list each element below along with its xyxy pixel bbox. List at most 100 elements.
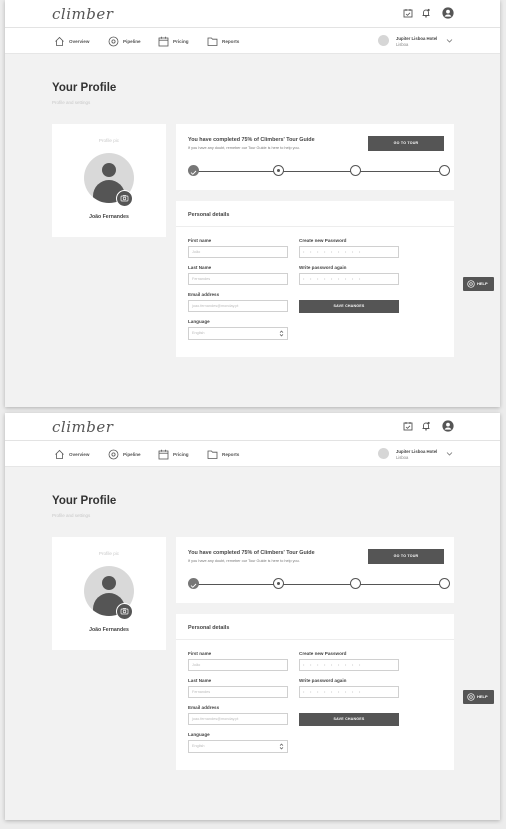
hotel-city: Lisboa — [396, 455, 409, 460]
chevron-down-icon[interactable] — [446, 450, 453, 457]
new-password-field[interactable]: • • • • • • • • • — [299, 246, 399, 258]
last-name-label: Last Name — [188, 678, 212, 683]
go-to-tour-button[interactable]: GO TO TOUR — [368, 136, 444, 151]
select-arrows-icon — [279, 330, 284, 337]
new-password-label: Create new Password — [299, 238, 347, 243]
top-bar: climber — [5, 413, 500, 441]
save-changes-button[interactable]: SAVE CHANGES — [299, 713, 399, 726]
check-icon — [190, 170, 197, 175]
calendar-check-icon[interactable] — [403, 421, 413, 431]
nav-bar: Overview Pipeline Pricing Reports Jupite… — [5, 441, 500, 467]
bell-icon[interactable] — [421, 421, 431, 431]
save-changes-button[interactable]: SAVE CHANGES — [299, 300, 399, 313]
go-to-tour-button[interactable]: GO TO TOUR — [368, 549, 444, 564]
calendar-icon — [158, 36, 169, 46]
hotel-avatar[interactable] — [378, 448, 389, 459]
nav-item-pricing[interactable]: Pricing — [158, 34, 189, 48]
personal-details-title: Personal details — [188, 625, 230, 631]
tour-step-done[interactable] — [188, 578, 199, 589]
nav-item-label: Pricing — [173, 38, 189, 44]
tour-guide-card: You have completed 75% of Climbers' Tour… — [176, 537, 454, 603]
calendar-check-icon[interactable] — [403, 8, 413, 18]
new-password-label: Create new Password — [299, 651, 347, 656]
tour-step-todo[interactable] — [350, 165, 361, 176]
nav-item-pipeline[interactable]: Pipeline — [108, 34, 141, 48]
first-name-field[interactable]: João — [188, 246, 288, 258]
tour-step-done[interactable] — [188, 165, 199, 176]
help-button[interactable]: HELP — [463, 690, 494, 704]
check-icon — [190, 583, 197, 588]
email-label: Email address — [188, 705, 220, 710]
personal-details-card: Personal details First name João Create … — [176, 201, 454, 357]
nav-item-reports[interactable]: Reports — [207, 447, 239, 461]
user-icon[interactable] — [442, 7, 454, 19]
nav-item-overview[interactable]: Overview — [54, 34, 89, 48]
tour-subtitle: If you have any doubt, remeber our Tour … — [188, 559, 300, 563]
last-name-field[interactable]: Fernandes — [188, 686, 288, 698]
help-button[interactable]: HELP — [463, 277, 494, 291]
nav-item-reports[interactable]: Reports — [207, 34, 239, 48]
tour-step-todo[interactable] — [439, 165, 450, 176]
profile-name: João Fernandes — [89, 214, 129, 220]
language-label: Language — [188, 732, 210, 737]
app-screen: climber Overview Pipeline Pricing Report… — [5, 0, 500, 407]
tour-progress-line — [193, 584, 444, 585]
page-subtitle: Profile and settings — [52, 100, 91, 105]
nav-bar: Overview Pipeline Pricing Reports Jupite… — [5, 28, 500, 54]
calendar-icon — [158, 449, 169, 459]
help-icon — [467, 693, 475, 701]
tour-step-todo[interactable] — [439, 578, 450, 589]
folder-icon — [207, 450, 218, 459]
first-name-field[interactable]: João — [188, 659, 288, 671]
language-value: English — [192, 331, 205, 335]
folder-icon — [207, 37, 218, 46]
language-select[interactable]: English — [188, 740, 288, 753]
nav-item-label: Overview — [69, 38, 90, 44]
hotel-name[interactable]: Jupiter Lisboa Hotel — [396, 36, 437, 41]
email-field[interactable]: joao.fernandes@monday.pt — [188, 713, 288, 725]
nav-item-label: Pricing — [173, 451, 189, 457]
repeat-password-field[interactable]: • • • • • • • • • — [299, 686, 399, 698]
select-arrows-icon — [279, 743, 284, 750]
nav-item-pipeline[interactable]: Pipeline — [108, 447, 141, 461]
new-password-field[interactable]: • • • • • • • • • — [299, 659, 399, 671]
tour-progress-line — [193, 171, 444, 172]
last-name-field[interactable]: Fernandes — [188, 273, 288, 285]
repeat-password-label: Write password again — [299, 265, 347, 270]
repeat-password-field[interactable]: • • • • • • • • • — [299, 273, 399, 285]
nav-item-label: Overview — [69, 451, 90, 457]
help-label: HELP — [477, 694, 488, 699]
profile-card: Profile pic João Fernandes — [52, 124, 166, 237]
hotel-avatar[interactable] — [378, 35, 389, 46]
avatar-head — [102, 576, 116, 590]
language-select[interactable]: English — [188, 327, 288, 340]
app-logo[interactable]: climber — [52, 5, 113, 23]
hotel-name[interactable]: Jupiter Lisboa Hotel — [396, 449, 437, 454]
tour-step-todo[interactable] — [350, 578, 361, 589]
house-icon — [55, 449, 64, 459]
help-icon — [467, 280, 475, 288]
nav-item-overview[interactable]: Overview — [54, 447, 89, 461]
nav-item-pricing[interactable]: Pricing — [158, 447, 189, 461]
app-logo[interactable]: climber — [52, 418, 113, 436]
house-icon — [55, 36, 64, 46]
email-field[interactable]: joao.fernandes@monday.pt — [188, 300, 288, 312]
change-photo-button[interactable] — [116, 190, 133, 207]
tour-step-current[interactable] — [273, 578, 284, 589]
chevron-down-icon[interactable] — [446, 37, 453, 44]
nav-item-label: Reports — [222, 451, 240, 457]
change-photo-button[interactable] — [116, 603, 133, 620]
personal-details-card: Personal details First name João Create … — [176, 614, 454, 770]
email-label: Email address — [188, 292, 220, 297]
divider — [176, 226, 454, 227]
camera-icon — [120, 608, 129, 615]
nav-item-label: Pipeline — [123, 451, 141, 457]
profile-card: Profile pic João Fernandes — [52, 537, 166, 650]
tour-step-current[interactable] — [273, 165, 284, 176]
language-label: Language — [188, 319, 210, 324]
tour-title: You have completed 75% of Climbers' Tour… — [188, 550, 315, 556]
divider — [176, 639, 454, 640]
bell-icon[interactable] — [421, 8, 431, 18]
avatar-head — [102, 163, 116, 177]
user-icon[interactable] — [442, 420, 454, 432]
